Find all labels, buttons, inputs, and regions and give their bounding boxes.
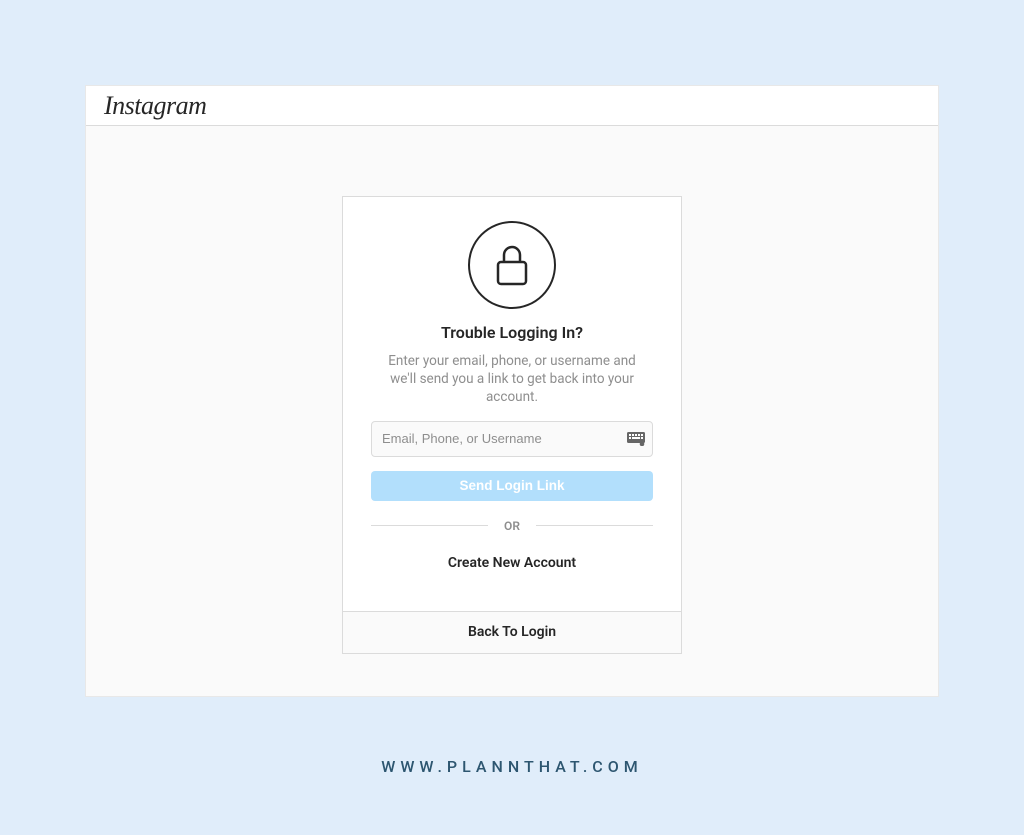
back-to-login-link[interactable]: Back To Login	[468, 624, 556, 640]
input-container	[371, 421, 653, 457]
keyboard-icon	[627, 432, 645, 446]
watermark-text: WWW.PLANNTHAT.COM	[85, 757, 939, 776]
app-window: Instagram Trouble Logging In? Enter your…	[85, 85, 939, 697]
card-description: Enter your email, phone, or username and…	[371, 352, 653, 407]
divider-line-right	[536, 525, 653, 526]
card-title: Trouble Logging In?	[441, 323, 583, 342]
card-body: Trouble Logging In? Enter your email, ph…	[343, 197, 681, 611]
main-content: Trouble Logging In? Enter your email, ph…	[86, 126, 938, 654]
card-footer: Back To Login	[343, 611, 681, 653]
lock-icon	[468, 221, 556, 309]
create-account-link[interactable]: Create New Account	[448, 555, 576, 571]
send-login-link-button[interactable]: Send Login Link	[371, 471, 653, 501]
divider: OR	[371, 519, 653, 533]
instagram-logo[interactable]: Instagram	[104, 91, 206, 121]
page-frame: Instagram Trouble Logging In? Enter your…	[0, 0, 1024, 816]
identifier-input[interactable]	[371, 421, 653, 457]
header-bar: Instagram	[86, 86, 938, 126]
divider-label: OR	[488, 519, 536, 533]
divider-line-left	[371, 525, 488, 526]
login-help-card: Trouble Logging In? Enter your email, ph…	[342, 196, 682, 654]
